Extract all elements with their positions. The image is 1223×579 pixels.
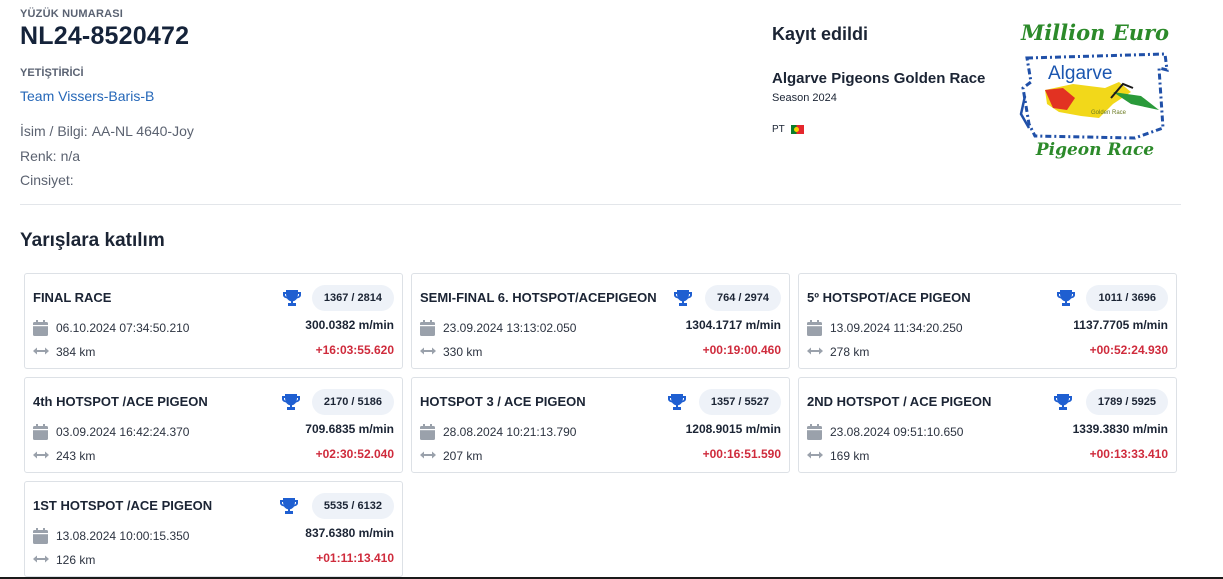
race-season: Season 2024 [772,92,837,104]
trophy-icon [282,394,300,410]
logo-title: Million Euro [1020,20,1170,45]
pigeon-name-value: AA-NL 4640-Joy [91,123,194,139]
race-card-name: 5º HOTSPOT/ACE PIGEON [807,290,971,305]
rank-badge: 2170 / 5186 [311,389,394,415]
calendar-icon [33,528,48,544]
breeder-label: YETİŞTİRİCİ [20,67,84,79]
rank-badge: 764 / 2974 [705,285,781,311]
calendar-icon [33,424,48,440]
race-card[interactable]: FINAL RACE 1367 / 2814 06.10.2024 07:34:… [24,273,403,369]
race-distance: 207 km [443,449,483,463]
distance-arrows-icon [807,347,823,355]
logo-subtitle: Pigeon Race [1035,140,1155,160]
calendar-icon [807,320,822,336]
distance-arrows-icon [33,347,49,355]
race-speed: 1304.1717 m/min [685,318,781,332]
pigeon-color-value: n/a [60,148,81,164]
ring-number: NL24-8520472 [20,22,190,50]
race-card-name: 4th HOTSPOT /ACE PIGEON [33,394,208,409]
race-date: 03.09.2024 16:42:24.370 [56,425,190,439]
race-speed: 1137.7705 m/min [1073,318,1168,332]
trophy-icon [1057,290,1075,306]
race-distance: 384 km [56,345,96,359]
trophy-icon [668,394,686,410]
registration-status: Kayıt edildi [772,24,869,44]
rank-badge: 1011 / 3696 [1086,285,1168,311]
race-speed: 837.6380 m/min [305,526,394,540]
race-speed: 1339.3830 m/min [1072,422,1168,436]
portugal-flag-icon [790,125,804,134]
race-card[interactable]: 2ND HOTSPOT / ACE PIGEON 1789 / 5925 23.… [798,377,1177,473]
race-country: PT [772,124,804,135]
race-speed: 300.0382 m/min [305,318,394,332]
trophy-icon [280,498,298,514]
ring-number-label: YÜZÜK NUMARASI [20,8,124,20]
race-time-diff: +00:13:33.410 [1089,447,1168,461]
race-time-diff: +02:30:52.040 [315,447,394,461]
race-time-diff: +00:52:24.930 [1089,343,1168,357]
section-title: Yarışlara katılım [20,230,165,251]
race-card-name: 2ND HOTSPOT / ACE PIGEON [807,394,992,409]
pigeon-name-label: İsim / Bilgi: [20,123,88,139]
distance-arrows-icon [420,451,436,459]
pigeon-sex-info: Cinsiyet: [20,172,78,188]
race-time-diff: +16:03:55.620 [315,343,394,357]
rank-badge: 1789 / 5925 [1085,389,1168,415]
rank-badge: 1357 / 5527 [698,389,781,415]
rank-badge: 1367 / 2814 [311,285,394,311]
distance-arrows-icon [33,451,49,459]
race-time-diff: +01:11:13.410 [316,551,394,565]
race-date: 06.10.2024 07:34:50.210 [56,321,190,335]
race-card[interactable]: 1ST HOTSPOT /ACE PIGEON 5535 / 6132 13.0… [24,481,403,577]
race-card[interactable]: SEMI-FINAL 6. HOTSPOT/ACEPIGEON 764 / 29… [411,273,790,369]
race-date: 13.09.2024 11:34:20.250 [830,321,963,335]
race-date: 13.08.2024 10:00:15.350 [56,529,190,543]
race-date: 28.08.2024 10:21:13.790 [443,425,577,439]
pigeon-name-info: İsim / Bilgi: AA-NL 4640-Joy [20,123,194,139]
calendar-icon [420,424,435,440]
race-time-diff: +00:19:00.460 [702,343,781,357]
race-card-name: SEMI-FINAL 6. HOTSPOT/ACEPIGEON [420,290,657,305]
race-speed: 709.6835 m/min [305,422,394,436]
pigeon-color-info: Renk: n/a [20,148,80,164]
breeder-link[interactable]: Team Vissers-Baris-B [20,88,154,104]
race-date: 23.09.2024 13:13:02.050 [443,321,577,335]
distance-arrows-icon [420,347,436,355]
race-date: 23.08.2024 09:51:10.650 [830,425,964,439]
race-name: Algarve Pigeons Golden Race [772,70,986,87]
calendar-icon [807,424,822,440]
race-card[interactable]: 5º HOTSPOT/ACE PIGEON 1011 / 3696 13.09.… [798,273,1177,369]
trophy-icon [1054,394,1072,410]
race-distance: 278 km [830,345,870,359]
race-card-name: HOTSPOT 3 / ACE PIGEON [420,394,586,409]
trophy-icon [283,290,301,306]
pigeon-sex-label: Cinsiyet: [20,172,74,188]
calendar-icon [420,320,435,336]
logo-tagline: Golden Race [1091,110,1127,116]
race-card-name: 1ST HOTSPOT /ACE PIGEON [33,498,213,513]
country-code: PT [772,124,785,135]
rank-badge: 5535 / 6132 [311,493,394,519]
race-card[interactable]: HOTSPOT 3 / ACE PIGEON 1357 / 5527 28.08… [411,377,790,473]
trophy-icon [674,290,692,306]
race-distance: 330 km [443,345,483,359]
logo-word: Algarve [1048,63,1113,84]
race-card[interactable]: 4th HOTSPOT /ACE PIGEON 2170 / 5186 03.0… [24,377,403,473]
race-time-diff: +00:16:51.590 [702,447,781,461]
race-distance: 126 km [56,553,96,567]
race-card-name: FINAL RACE [33,290,112,305]
calendar-icon [33,320,48,336]
pigeon-color-label: Renk: [20,148,57,164]
distance-arrows-icon [807,451,823,459]
distance-arrows-icon [33,555,49,563]
header-divider [20,204,1181,205]
race-cards: FINAL RACE 1367 / 2814 06.10.2024 07:34:… [24,273,1177,577]
race-distance: 169 km [830,449,870,463]
race-speed: 1208.9015 m/min [685,422,781,436]
race-logo: Million Euro Algarve Golden Race Pigeon … [1015,18,1175,168]
race-distance: 243 km [56,449,96,463]
